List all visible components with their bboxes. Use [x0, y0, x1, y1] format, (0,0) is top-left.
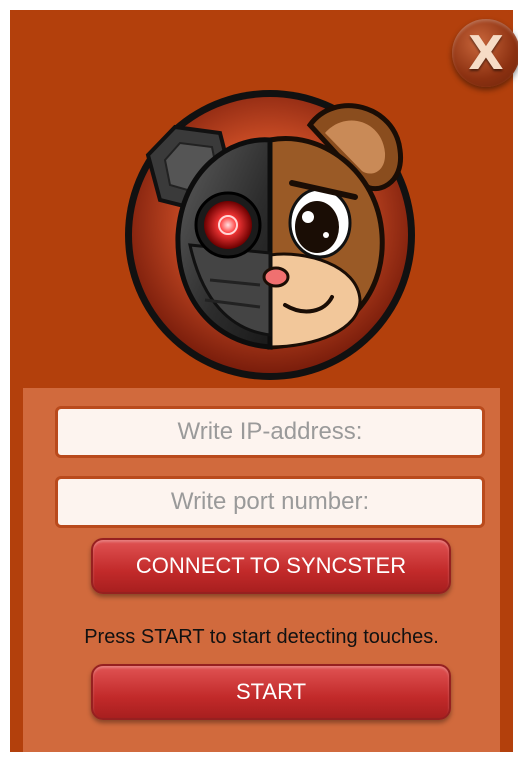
connection-panel: Write IP-address: Write port number: CON… [23, 388, 500, 752]
cyborg-hamster-logo [125, 90, 415, 380]
port-number-input[interactable]: Write port number: [55, 476, 485, 528]
ip-address-input[interactable]: Write IP-address: [55, 406, 485, 458]
connect-button[interactable]: CONNECT TO SYNCSTER [91, 538, 451, 594]
syncster-dialog: X Write IP-address: Write port number: C… [10, 10, 518, 752]
close-icon: X [468, 26, 504, 80]
instruction-text: Press START to start detecting touches. [84, 626, 439, 648]
close-button[interactable]: X [452, 19, 518, 87]
start-button[interactable]: START [91, 664, 451, 720]
